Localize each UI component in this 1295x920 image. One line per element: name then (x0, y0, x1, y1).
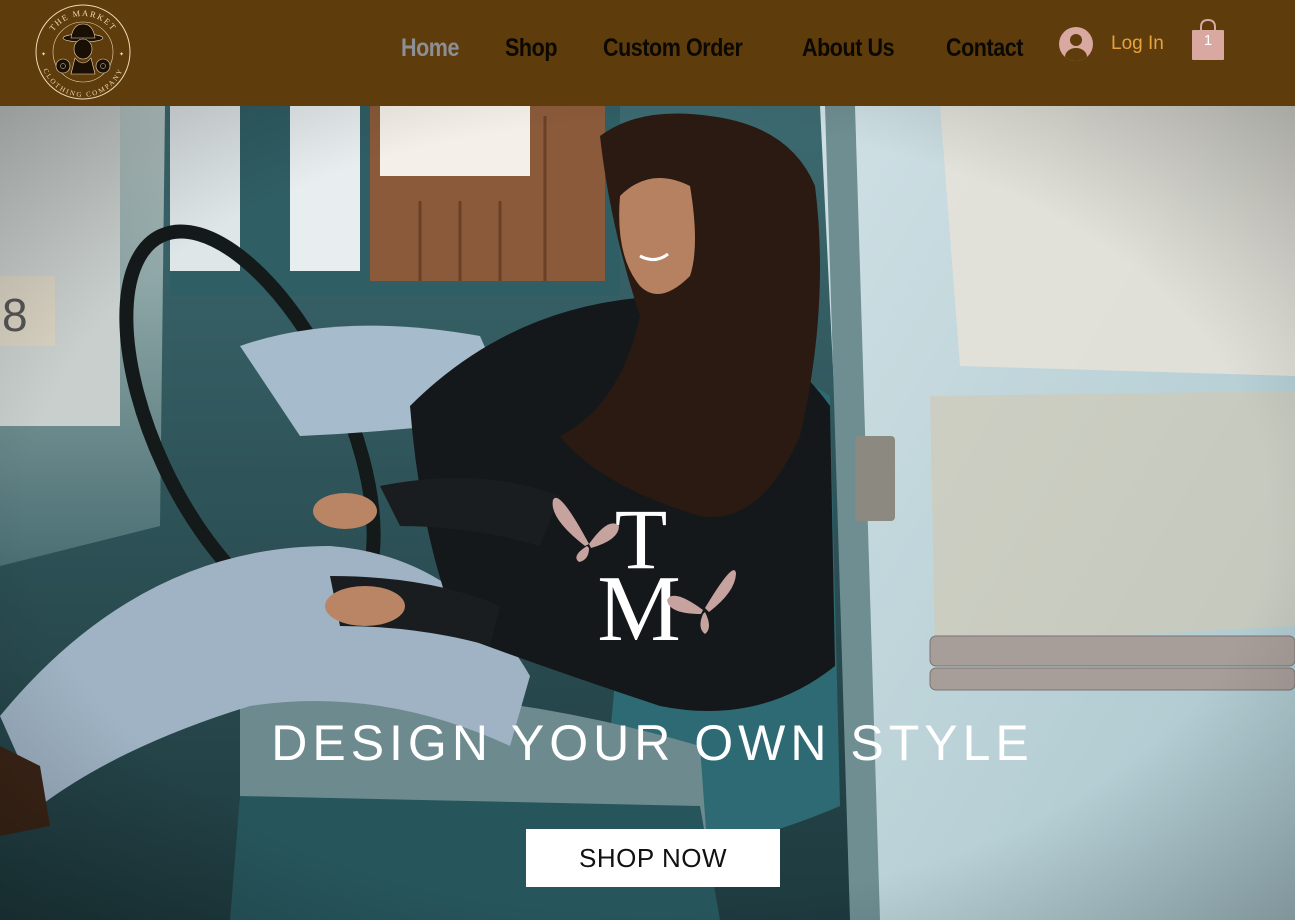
login-button[interactable]: Log In (1059, 26, 1164, 62)
site-header: THE MARKET CLOTHING COMPANY ✦ ✦ Home Sho… (0, 0, 1295, 106)
monogram-m: M (597, 557, 681, 653)
hero-banner: 8 T (0, 106, 1295, 920)
svg-text:✦: ✦ (119, 51, 124, 58)
nav-contact[interactable]: Contact (946, 34, 1023, 63)
brand-logo[interactable]: THE MARKET CLOTHING COMPANY ✦ ✦ (33, 2, 133, 102)
nav-about-us[interactable]: About Us (802, 34, 895, 63)
tm-monogram-logo: T M (549, 488, 739, 661)
cart-button[interactable]: 1 (1190, 18, 1226, 62)
nav-shop[interactable]: Shop (505, 34, 557, 63)
login-label: Log In (1111, 33, 1164, 54)
nav-home[interactable]: Home (401, 34, 459, 63)
nav-custom-order[interactable]: Custom Order (603, 34, 743, 63)
hero-tagline: DESIGN YOUR OWN STYLE (271, 715, 1034, 771)
shop-now-button[interactable]: SHOP NOW (526, 829, 780, 887)
svg-text:✦: ✦ (41, 51, 46, 58)
butterfly-icon (552, 497, 619, 562)
cowboy-logo-icon: THE MARKET CLOTHING COMPANY ✦ ✦ (35, 4, 131, 100)
main-navigation: Home Shop Custom Order About Us Contact (401, 30, 1073, 66)
user-avatar-icon (1059, 27, 1093, 61)
cart-count-badge: 1 (1203, 32, 1213, 49)
